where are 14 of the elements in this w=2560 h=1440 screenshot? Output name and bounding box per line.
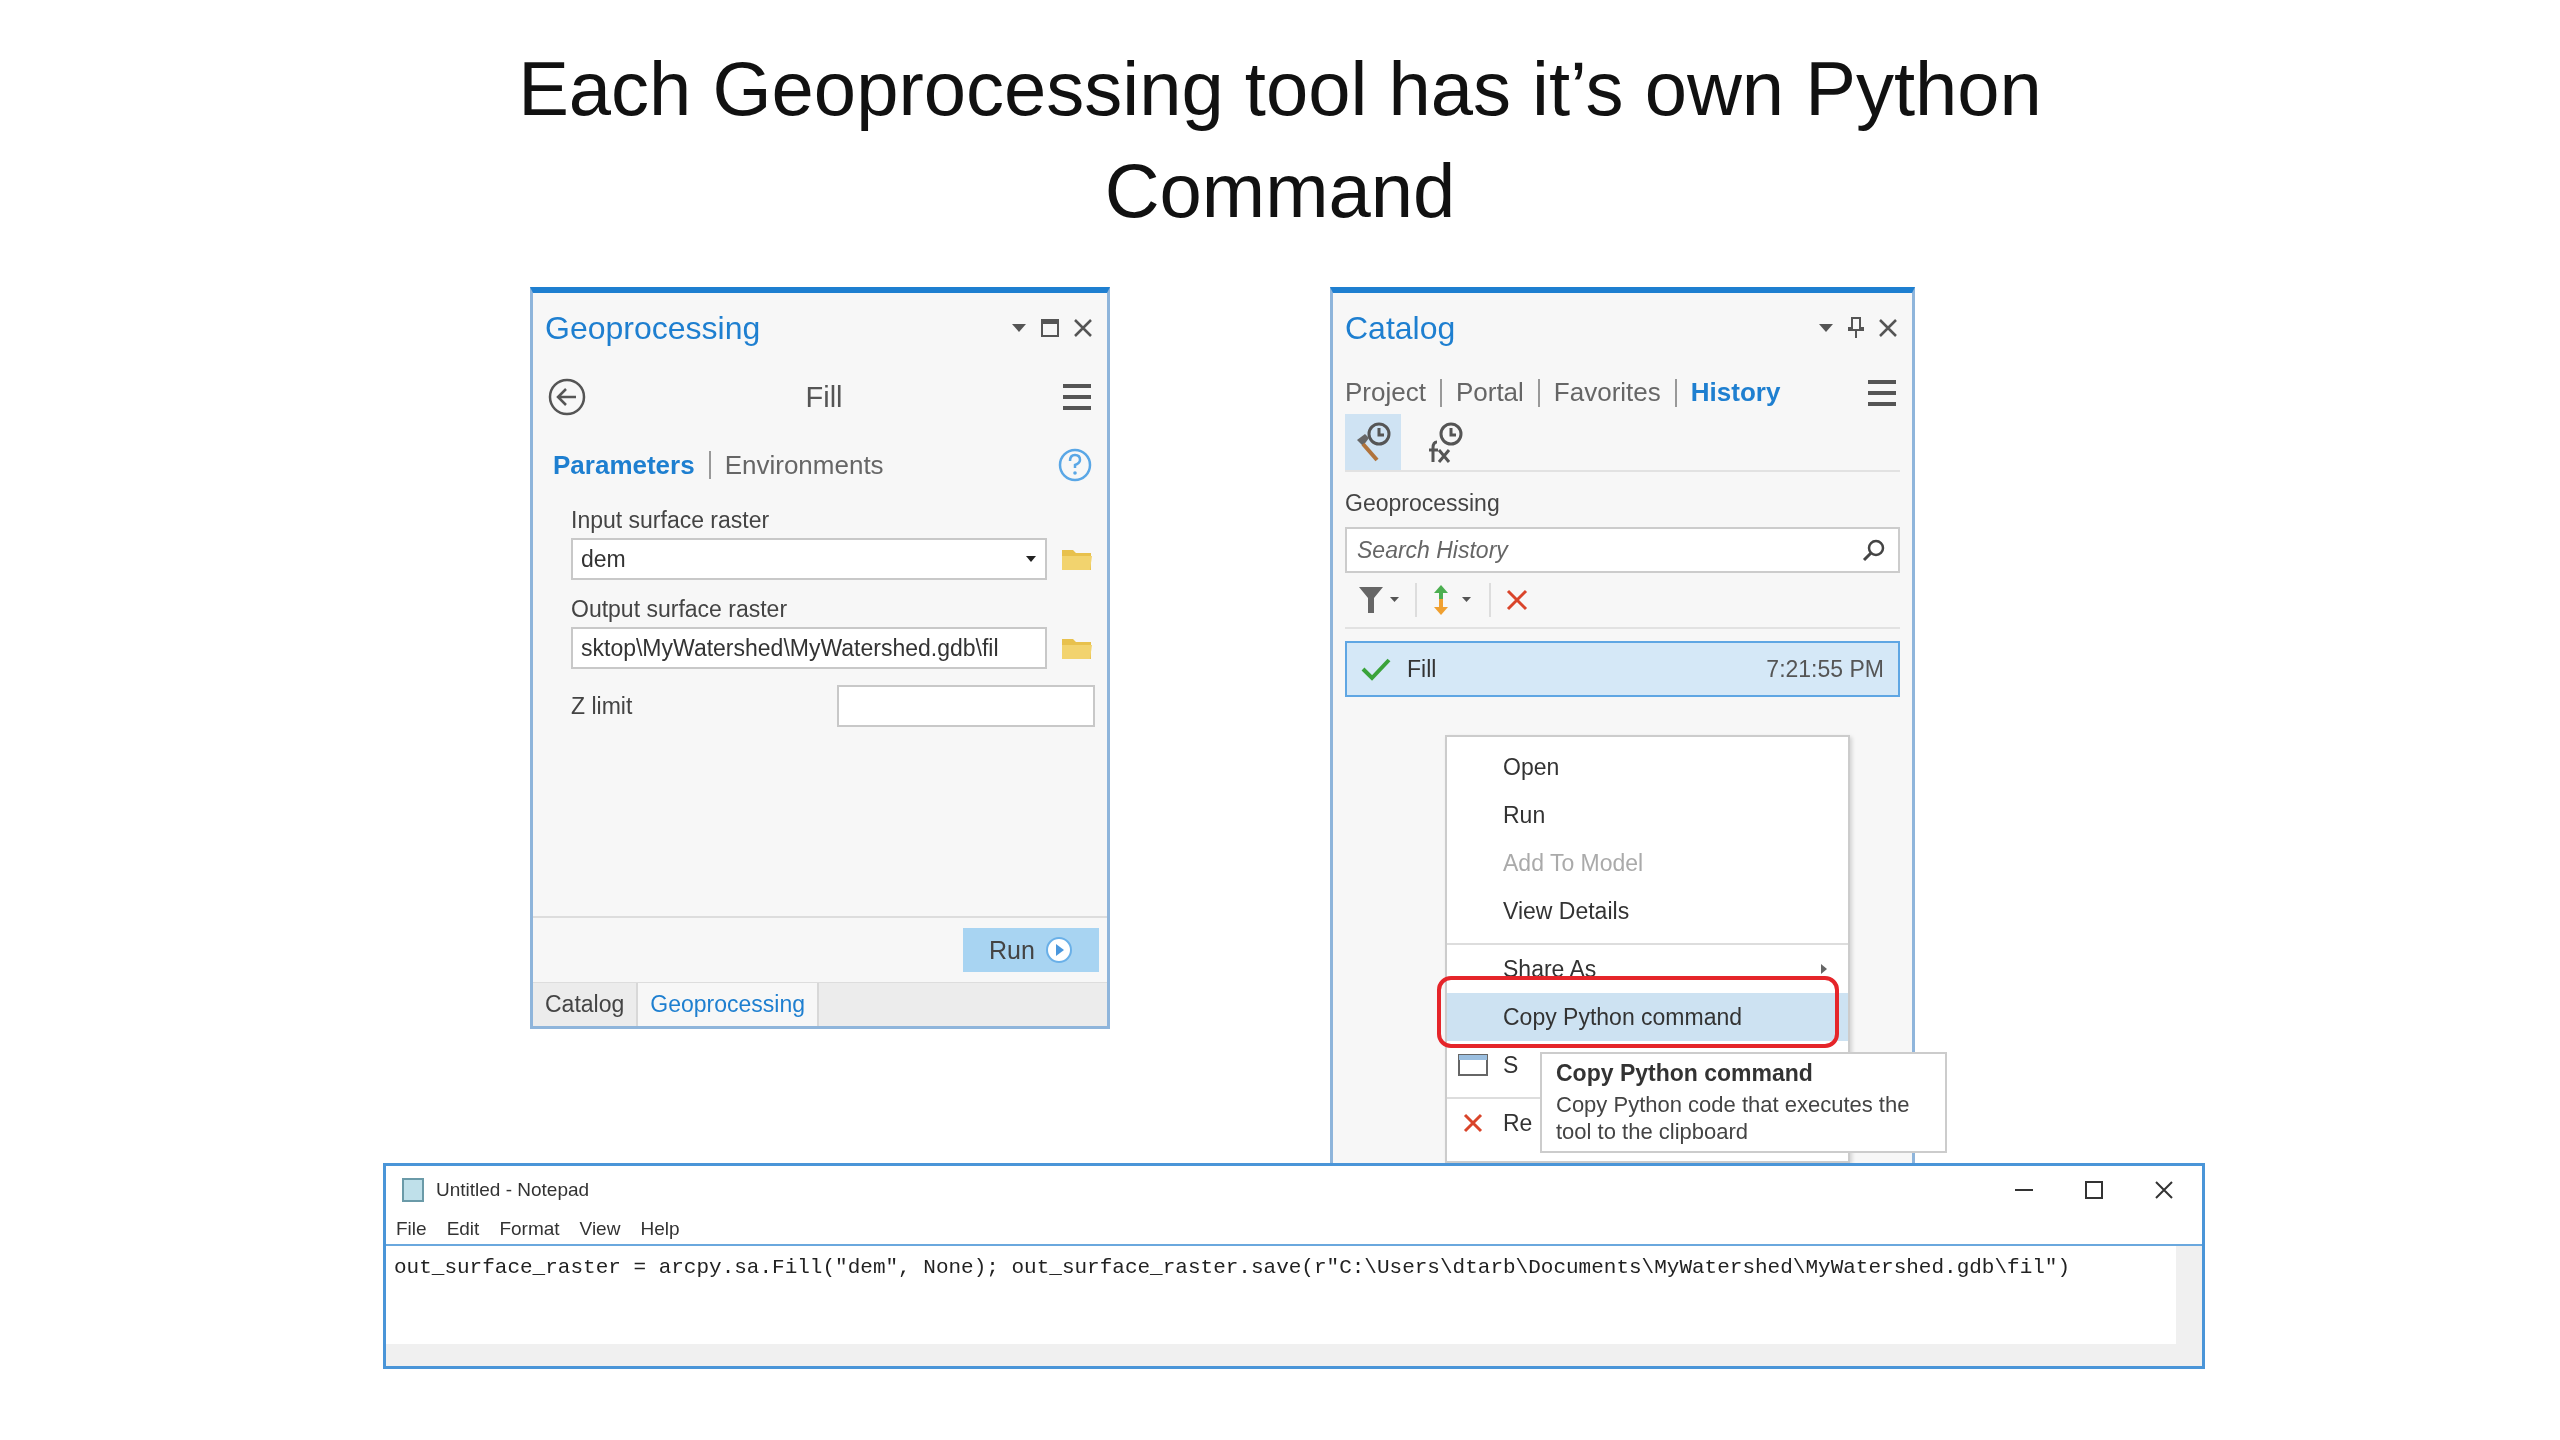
section-heading: Geoprocessing [1344, 489, 1501, 518]
field-label: Output surface raster [571, 596, 789, 623]
pane-title: Catalog [1345, 309, 1456, 347]
slide-title: Each Geoprocessing tool has it’s own Python Command [517, 45, 2043, 235]
tooltip-title: Copy Python command [1556, 1060, 1814, 1087]
window-title: Untitled - Notepad [436, 1179, 591, 1201]
entry-time: 7:21:55 PM [1766, 655, 1884, 683]
tooltip-text: Copy Python code that executes the tool to the clipboard [1556, 1091, 1911, 1145]
entry-name: Fill [1407, 655, 1438, 683]
text-content: out_surface_raster = arcpy.sa.Fill("dem", None); out_surface_raster.save(r"C:\Users\dtarb\Documents\MyWatershed\MyWatershed.gdb\fil") [394, 1256, 2072, 1279]
field-label: Z limit [571, 692, 633, 720]
tool-name: Fill [805, 380, 843, 414]
pane-title: Geoprocessing [545, 309, 761, 347]
field-label: Input surface raster [571, 507, 771, 534]
